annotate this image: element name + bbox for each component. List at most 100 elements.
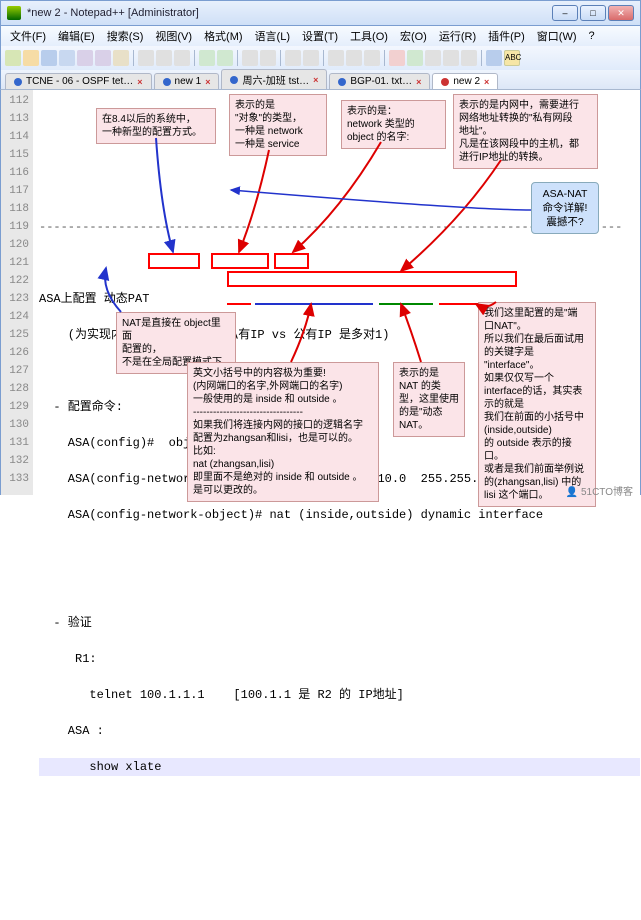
zoom-in-icon[interactable] xyxy=(285,50,301,66)
redo-icon[interactable] xyxy=(217,50,233,66)
maximize-button[interactable]: □ xyxy=(580,5,606,21)
titlebar: *new 2 - Notepad++ [Administrator] – □ ✕ xyxy=(0,0,641,26)
zoom-out-icon[interactable] xyxy=(303,50,319,66)
line-number: 118 xyxy=(1,200,29,218)
new-file-icon[interactable] xyxy=(5,50,21,66)
copy-icon[interactable] xyxy=(156,50,172,66)
print-icon[interactable] xyxy=(113,50,129,66)
close-button[interactable]: ✕ xyxy=(608,5,634,21)
tab-label: new 2 xyxy=(453,76,480,87)
tab-item[interactable]: 周六-加班 tst… × xyxy=(221,69,327,89)
annotation-note: 表示的是 NAT 的类 型，这里使用 的是"动态 NAT。 xyxy=(393,362,465,437)
line-number: 125 xyxy=(1,326,29,344)
annotation-note: 表示的是内网中，需要进行 网络地址转换的"私有网段 地址"。 凡是在该网段中的主… xyxy=(453,94,598,169)
tab-item[interactable]: new 1× xyxy=(154,73,220,89)
paste-icon[interactable] xyxy=(174,50,190,66)
monitor-icon[interactable] xyxy=(486,50,502,66)
line-number: 133 xyxy=(1,470,29,488)
cut-icon[interactable] xyxy=(138,50,154,66)
toolbar: ABC xyxy=(0,46,641,70)
tab-close-icon[interactable]: × xyxy=(205,77,210,87)
line-number: 119 xyxy=(1,218,29,236)
line-number: 131 xyxy=(1,434,29,452)
line-number: 132 xyxy=(1,452,29,470)
record-macro-icon[interactable] xyxy=(389,50,405,66)
line-number: 116 xyxy=(1,164,29,182)
menu-settings[interactable]: 设置(T) xyxy=(297,28,343,44)
tab-label: 周六-加班 tst… xyxy=(242,72,309,87)
tab-close-icon[interactable]: × xyxy=(313,75,318,85)
code-line: ASA(config-network-object)# nat (inside,… xyxy=(39,506,640,524)
line-number: 126 xyxy=(1,344,29,362)
open-file-icon[interactable] xyxy=(23,50,39,66)
line-number: 112 xyxy=(1,92,29,110)
save-all-icon[interactable] xyxy=(59,50,75,66)
tab-close-icon[interactable]: × xyxy=(416,77,421,87)
line-number: 124 xyxy=(1,308,29,326)
line-number: 127 xyxy=(1,362,29,380)
line-number: 129 xyxy=(1,398,29,416)
tabbar: TCNE - 06 - OSPF tet…× new 1× 周六-加班 tst…… xyxy=(0,70,641,90)
line-number: 128 xyxy=(1,380,29,398)
menu-encoding[interactable]: 格式(M) xyxy=(199,28,248,44)
annotation-note: 我们这里配置的是"端 口NAT"。 所以我们在最后面试用 的关键字是 "inte… xyxy=(478,302,596,507)
tab-label: new 1 xyxy=(175,76,202,87)
menu-window[interactable]: 窗口(W) xyxy=(532,28,582,44)
menu-plugins[interactable]: 插件(P) xyxy=(483,28,530,44)
menu-file[interactable]: 文件(F) xyxy=(5,28,51,44)
menu-view[interactable]: 视图(V) xyxy=(150,28,197,44)
menu-run[interactable]: 运行(R) xyxy=(434,28,481,44)
abc-icon[interactable]: ABC xyxy=(504,50,520,66)
line-number: 121 xyxy=(1,254,29,272)
saved-dot-icon xyxy=(338,78,346,86)
annotation-note: 在8.4以后的系统中， 一种新型的配置方式。 xyxy=(96,108,216,144)
close-file-icon[interactable] xyxy=(77,50,93,66)
playback-icon[interactable] xyxy=(443,50,459,66)
menu-macro[interactable]: 宏(O) xyxy=(395,28,432,44)
line-number: 120 xyxy=(1,236,29,254)
line-number: 123 xyxy=(1,290,29,308)
saved-dot-icon xyxy=(230,76,238,84)
annotation-note: 表示的是 "对象"的类型， 一种是 network 一种是 service xyxy=(229,94,327,156)
menu-search[interactable]: 搜索(S) xyxy=(102,28,149,44)
code-line: ASA : xyxy=(39,722,640,740)
save-macro-icon[interactable] xyxy=(461,50,477,66)
indent-guide-icon[interactable] xyxy=(364,50,380,66)
saved-dot-icon xyxy=(163,78,171,86)
line-number: 113 xyxy=(1,110,29,128)
annotation-note: 英文小括号中的内容极为重要! (内网端口的名字,外网端口的名字) 一般使用的是 … xyxy=(187,362,379,502)
tab-label: TCNE - 06 - OSPF tet… xyxy=(26,76,133,87)
menu-edit[interactable]: 编辑(E) xyxy=(53,28,100,44)
tab-close-icon[interactable]: × xyxy=(484,77,489,87)
close-all-icon[interactable] xyxy=(95,50,111,66)
tab-item[interactable]: TCNE - 06 - OSPF tet… × xyxy=(5,73,152,89)
tab-label: BGP-01. txt… xyxy=(350,76,412,87)
tab-item[interactable]: new 2 × xyxy=(432,73,498,89)
code-line: R1: xyxy=(39,650,640,668)
code-line: - 验证 xyxy=(39,614,640,632)
editor-area: 112 113 114 115 116 117 118 119 120 121 … xyxy=(0,90,641,495)
app-icon xyxy=(7,6,21,20)
stop-macro-icon[interactable] xyxy=(425,50,441,66)
undo-icon[interactable] xyxy=(199,50,215,66)
watermark: 👤 51CTO博客 xyxy=(566,483,633,498)
menu-lang[interactable]: 语言(L) xyxy=(250,28,295,44)
line-number: 122 xyxy=(1,272,29,290)
save-icon[interactable] xyxy=(41,50,57,66)
tab-close-icon[interactable]: × xyxy=(137,77,142,87)
find-icon[interactable] xyxy=(242,50,258,66)
code-line: ----------------------------------------… xyxy=(39,218,640,236)
all-chars-icon[interactable] xyxy=(346,50,362,66)
line-number: 115 xyxy=(1,146,29,164)
menu-help[interactable]: ? xyxy=(584,30,600,42)
line-number: 130 xyxy=(1,416,29,434)
code-line: show xlate xyxy=(39,758,640,776)
modified-dot-icon xyxy=(441,78,449,86)
replace-icon[interactable] xyxy=(260,50,276,66)
tab-item[interactable]: BGP-01. txt… × xyxy=(329,73,430,89)
wrap-icon[interactable] xyxy=(328,50,344,66)
line-number: 117 xyxy=(1,182,29,200)
minimize-button[interactable]: – xyxy=(552,5,578,21)
play-macro-icon[interactable] xyxy=(407,50,423,66)
menu-tools[interactable]: 工具(O) xyxy=(345,28,393,44)
